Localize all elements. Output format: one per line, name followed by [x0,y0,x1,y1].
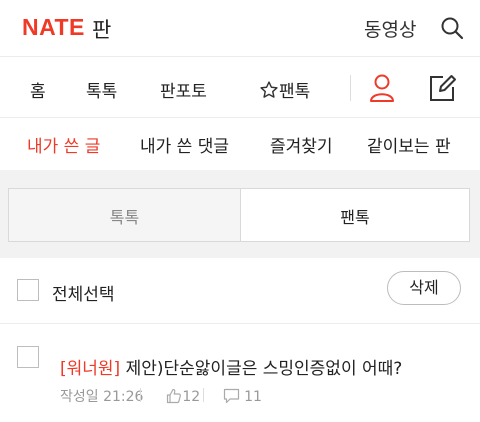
post-tag: [워너원] [60,359,121,379]
meta-divider [203,388,204,402]
select-all-checkbox[interactable] [17,279,39,301]
delete-button[interactable]: 삭제 [387,271,461,305]
tab-my-comments[interactable]: 내가 쓴 댓글 [140,132,229,157]
my-tabs: 내가 쓴 글 내가 쓴 댓글 즐겨찾기 같이보는 판 [0,118,480,170]
select-all-label[interactable]: 전체선택 [52,280,115,305]
board-segment: 톡톡 팬톡 [8,188,470,242]
post-title-text: 제안)단순앓이글은 스밍인증없이 어때? [120,359,403,379]
post-date: 작성일 21:26 [60,389,144,405]
post-comment-count: 11 [244,389,262,405]
segment-fantok-label: 팬톡 [340,208,370,227]
nate-logo[interactable]: NATE [22,14,85,41]
edit-icon[interactable] [427,73,457,103]
post-checkbox[interactable] [17,346,39,368]
tab-favorites[interactable]: 즐겨찾기 [270,132,333,157]
search-icon[interactable] [440,16,464,40]
segment-toktok-label: 톡톡 [109,208,140,227]
main-nav: 홈 톡톡 판포토 팬톡 [0,57,480,118]
post-like-count: 12 [182,389,201,405]
user-icon[interactable] [368,73,396,103]
tab-shared-pann[interactable]: 같이보는 판 [367,132,451,157]
nav-item-home[interactable]: 홈 [30,77,46,102]
nav-divider [350,75,351,101]
star-icon [260,81,278,98]
video-link[interactable]: 동영상 [364,15,416,42]
select-all-row: 전체선택 삭제 [0,259,480,324]
nav-item-fantok[interactable]: 팬톡 [259,77,310,102]
board-segment-area: 톡톡 팬톡 [0,170,480,258]
thumbs-up-icon [167,388,182,404]
post-title[interactable]: [워너원] 제안)단순앓이글은 스밍인증없이 어때? [60,354,402,379]
meta-divider [140,388,141,402]
post-meta: 작성일 21:26 12 11 [60,386,262,406]
pann-logo-text[interactable]: 판 [92,14,111,44]
comment-icon [223,388,240,404]
segment-fantok[interactable]: 팬톡 [241,189,469,241]
segment-toktok[interactable]: 톡톡 [9,189,241,241]
top-header: NATE 판 동영상 [0,0,480,57]
nav-item-fantok-label: 팬톡 [279,82,311,102]
tab-my-posts[interactable]: 내가 쓴 글 [27,132,100,157]
nav-item-photo[interactable]: 판포토 [160,77,207,102]
nav-item-toktok[interactable]: 톡톡 [86,77,117,102]
